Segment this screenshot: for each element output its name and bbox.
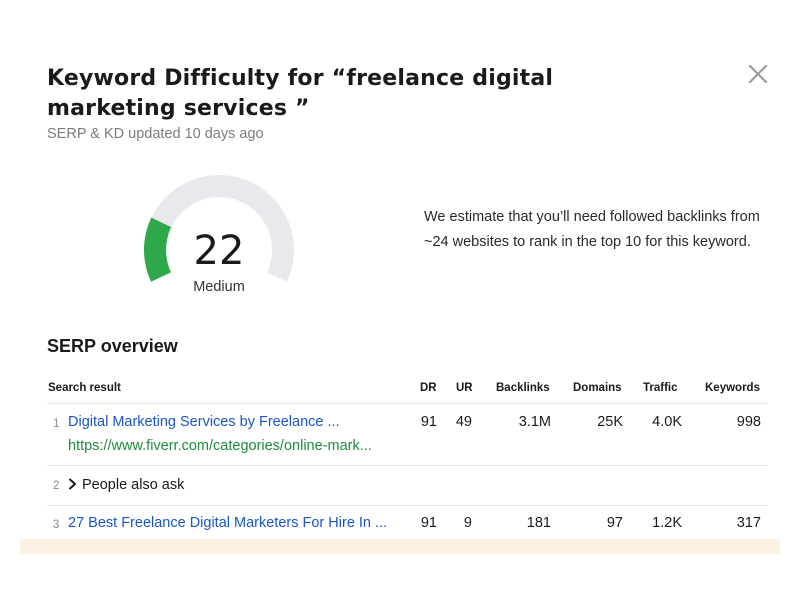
table-row: 2 People also ask — [47, 466, 768, 506]
row-position: 2 — [53, 480, 60, 492]
keyword-difficulty-modal: Keyword Difficulty for “freelance digita… — [0, 0, 800, 600]
cell-traffic[interactable]: 1.2K — [652, 515, 682, 531]
modal-title: Keyword Difficulty for “freelance digita… — [47, 66, 554, 121]
chevron-right-icon — [68, 477, 82, 493]
cell-domains[interactable]: 25K — [597, 414, 623, 430]
cell-dr: 91 — [420, 414, 437, 430]
scroll-fade-strip — [20, 539, 780, 554]
result-url-link[interactable]: https://www.fiverr.com/categories/online… — [68, 438, 372, 454]
col-keywords[interactable]: Keywords — [705, 382, 760, 394]
col-traffic[interactable]: Traffic — [643, 382, 678, 394]
col-ur[interactable]: UR — [456, 382, 473, 394]
cell-ur: 9 — [463, 515, 472, 531]
close-button[interactable] — [744, 60, 772, 88]
col-domains[interactable]: Domains — [573, 382, 622, 394]
cell-backlinks[interactable]: 181 — [527, 515, 551, 531]
col-backlinks[interactable]: Backlinks — [496, 382, 550, 394]
col-search-result: Search result — [48, 382, 121, 394]
cell-ur: 49 — [455, 414, 472, 430]
cell-domains[interactable]: 97 — [607, 515, 623, 531]
cell-dr: 91 — [420, 515, 437, 531]
table-header: Search result DR UR Backlinks Domains Tr… — [47, 378, 768, 404]
serp-overview-title: SERP overview — [47, 336, 178, 356]
cell-keywords[interactable]: 998 — [737, 414, 761, 430]
close-icon — [748, 64, 768, 84]
col-dr[interactable]: DR — [420, 382, 437, 394]
row-position: 3 — [53, 519, 60, 531]
people-also-ask-label: People also ask — [82, 477, 185, 493]
backlinks-estimate: We estimate that you’ll need followed ba… — [424, 209, 760, 250]
difficulty-level: Medium — [193, 279, 245, 295]
result-title-link[interactable]: 27 Best Freelance Digital Marketers For … — [68, 515, 387, 531]
cell-backlinks[interactable]: 3.1M — [519, 414, 551, 430]
cell-keywords[interactable]: 317 — [737, 515, 761, 531]
difficulty-score: 22 — [193, 228, 245, 274]
table-row: 3 27 Best Freelance Digital Marketers Fo… — [47, 506, 768, 542]
serp-table: Search result DR UR Backlinks Domains Tr… — [47, 378, 768, 542]
row-position: 1 — [53, 418, 60, 430]
table-row: 1 Digital Marketing Services by Freelanc… — [47, 404, 768, 466]
cell-traffic[interactable]: 4.0K — [652, 414, 682, 430]
updated-subtitle: SERP & KD updated 10 days ago — [47, 126, 264, 142]
people-also-ask-toggle[interactable]: People also ask — [68, 477, 184, 493]
result-title-link[interactable]: Digital Marketing Services by Freelance … — [68, 414, 340, 430]
